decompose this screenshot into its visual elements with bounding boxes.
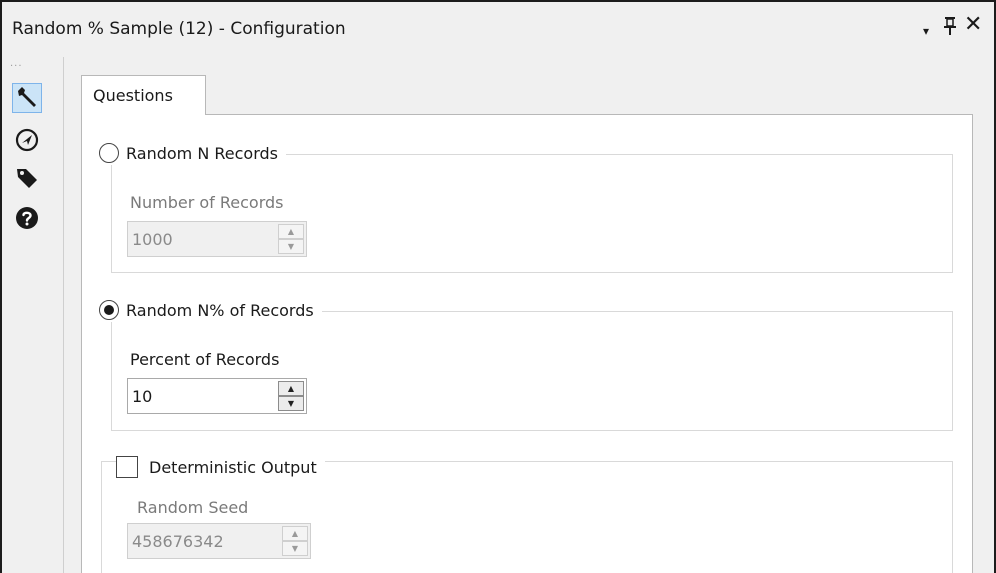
- percent-of-records-decrement[interactable]: ▼: [278, 396, 304, 411]
- percent-of-records-increment[interactable]: ▲: [278, 381, 304, 396]
- tab-questions[interactable]: Questions: [81, 75, 206, 115]
- title-bar: Random % Sample (12) - Configuration ▾ ✕: [2, 2, 994, 57]
- deterministic-output-checkbox[interactable]: [116, 456, 138, 478]
- configuration-window: Random % Sample (12) - Configuration ▾ ✕…: [0, 0, 996, 573]
- questions-panel: Random N Records Number of Records 1000 …: [81, 114, 973, 573]
- random-seed-label: Random Seed: [137, 498, 249, 517]
- deterministic-output-option[interactable]: Deterministic Output: [116, 454, 325, 480]
- wrench-icon[interactable]: [12, 83, 42, 113]
- percent-of-records-value: 10: [132, 387, 153, 406]
- random-n-records-option[interactable]: Random N Records: [99, 141, 286, 165]
- percent-of-records-stepper[interactable]: 10 ▲ ▼: [127, 378, 307, 414]
- number-of-records-value: 1000: [132, 230, 173, 249]
- tool-strip: ···: [2, 57, 64, 573]
- random-seed-value: 458676342: [132, 532, 224, 551]
- pin-icon[interactable]: [942, 16, 958, 42]
- random-percent-label: Random N% of Records: [126, 300, 314, 320]
- random-seed-increment[interactable]: ▲: [282, 526, 308, 541]
- tab-questions-label: Questions: [93, 86, 173, 105]
- grip-handle[interactable]: ···: [10, 61, 23, 72]
- percent-of-records-label: Percent of Records: [130, 350, 280, 369]
- random-seed-decrement[interactable]: ▼: [282, 541, 308, 556]
- deterministic-output-label: Deterministic Output: [149, 457, 317, 477]
- window-title: Random % Sample (12) - Configuration: [12, 19, 346, 39]
- tag-icon[interactable]: [12, 163, 42, 193]
- random-seed-stepper[interactable]: 458676342 ▲ ▼: [127, 523, 311, 559]
- number-of-records-stepper[interactable]: 1000 ▲ ▼: [127, 221, 307, 257]
- navigation-icon[interactable]: [12, 125, 42, 155]
- window-menu-dropdown-icon[interactable]: ▾: [923, 20, 929, 42]
- number-of-records-increment[interactable]: ▲: [278, 224, 304, 239]
- number-of-records-label: Number of Records: [130, 193, 284, 212]
- close-icon[interactable]: ✕: [964, 14, 982, 36]
- random-n-records-label: Random N Records: [126, 143, 278, 163]
- random-percent-radio[interactable]: [99, 300, 119, 320]
- random-n-records-radio[interactable]: [99, 143, 119, 163]
- number-of-records-decrement[interactable]: ▼: [278, 239, 304, 254]
- help-icon[interactable]: [12, 203, 42, 233]
- random-percent-option[interactable]: Random N% of Records: [99, 298, 322, 322]
